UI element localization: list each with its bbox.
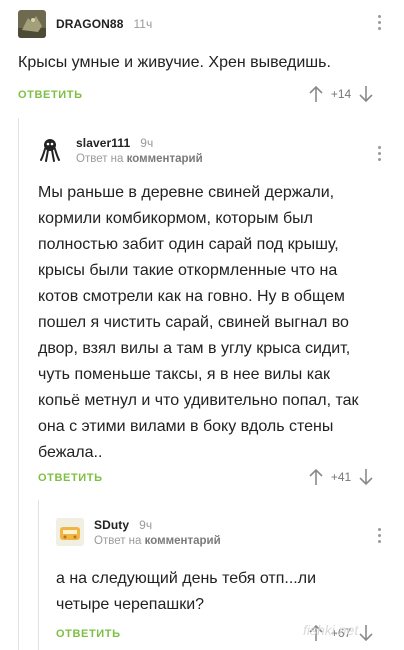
arrow-down-icon[interactable]: [359, 85, 373, 103]
comment-actions: ОТВЕТИТЬ: [38, 472, 103, 484]
comment-dragon88: DRAGON88 11ч Крысы умные и живучие. Хрен…: [0, 0, 404, 118]
arrow-down-icon[interactable]: [359, 624, 373, 642]
reply-prefix: Ответ на: [94, 535, 142, 547]
comment-actions: ОТВЕТИТЬ: [56, 628, 121, 640]
reply-info: Ответ на комментарий: [76, 153, 203, 165]
arrow-up-icon[interactable]: [309, 468, 323, 486]
comment-text: а на следующий день тебя отп...ли четыре…: [56, 566, 396, 618]
text-line: кормили комбикормом, которым был: [38, 210, 314, 227]
reply-target-link[interactable]: комментарий: [127, 153, 203, 165]
text-line: пошел я чистить сарай, свиней выгнал во: [38, 314, 349, 331]
comment-text: Крысы умные и живучие. Хрен выведишь.: [18, 54, 331, 71]
text-line: копьё метнул и что удивительно попал, та…: [38, 392, 359, 409]
arrow-down-icon[interactable]: [359, 468, 373, 486]
text-line: бежала..: [38, 444, 103, 461]
sduty-avatar-icon: [56, 518, 84, 546]
reply-info: Ответ на комментарий: [94, 535, 221, 547]
author-block: SDuty 9ч Ответ на комментарий: [94, 518, 221, 547]
comment-header: SDuty 9ч Ответ на комментарий: [56, 518, 221, 547]
more-vertical-icon[interactable]: [373, 528, 385, 544]
thread-line: [18, 118, 19, 500]
text-line: крысы были такие откормленные что на: [38, 262, 338, 279]
more-vertical-icon[interactable]: [373, 146, 385, 162]
username[interactable]: slaver111: [76, 136, 130, 150]
comment-actions: ОТВЕТИТЬ: [18, 89, 83, 101]
watermark: fishki.net: [303, 622, 359, 638]
reply-button[interactable]: ОТВЕТИТЬ: [18, 89, 83, 101]
text-line: а на следующий день тебя отп...ли: [56, 570, 317, 587]
user-avatar[interactable]: [38, 136, 66, 164]
text-line: Мы раньше в деревне свиней держали,: [38, 184, 335, 201]
thread-line: [38, 500, 39, 650]
octopus-avatar-icon: [40, 139, 60, 162]
comment-time: 9ч: [139, 518, 153, 532]
author-block: slaver111 9ч Ответ на комментарий: [76, 136, 203, 165]
comment-header: DRAGON88 11ч: [18, 10, 152, 38]
vote-controls: +41: [309, 468, 373, 486]
reply-prefix: Ответ на: [76, 153, 124, 165]
arrow-up-icon[interactable]: [309, 85, 323, 103]
rating-count: +41: [330, 470, 352, 484]
thread-line: [18, 500, 19, 650]
vote-controls: +14: [309, 85, 373, 103]
text-line: полностью забит один сарай под крышу,: [38, 236, 339, 253]
reply-button[interactable]: ОТВЕТИТЬ: [56, 628, 121, 640]
more-vertical-icon[interactable]: [373, 15, 385, 31]
user-avatar[interactable]: [18, 10, 46, 38]
comment-time: 9ч: [140, 136, 154, 150]
text-line: двор, взял вилы а там в углу крыса сидит…: [38, 340, 351, 357]
dragon-avatar-icon: [18, 10, 46, 38]
comment-header: slaver111 9ч Ответ на комментарий: [38, 136, 203, 165]
username[interactable]: SDuty: [94, 518, 129, 532]
comment-time: 11ч: [133, 17, 153, 31]
rating-count: +14: [330, 87, 352, 101]
comment-text: Мы раньше в деревне свиней держали, корм…: [38, 180, 400, 466]
text-line: чуть поменьше таксы, я в нее вилы как: [38, 366, 330, 383]
text-line: четыре черепашки?: [56, 596, 205, 613]
reply-button[interactable]: ОТВЕТИТЬ: [38, 472, 103, 484]
reply-target-link[interactable]: комментарий: [145, 535, 221, 547]
username[interactable]: DRAGON88: [56, 17, 123, 31]
user-avatar[interactable]: [56, 518, 84, 546]
text-line: она с этими вилами в боку вдоль стены: [38, 418, 334, 435]
text-line: котов смотрели как на говно. Ну в общем: [38, 288, 345, 305]
